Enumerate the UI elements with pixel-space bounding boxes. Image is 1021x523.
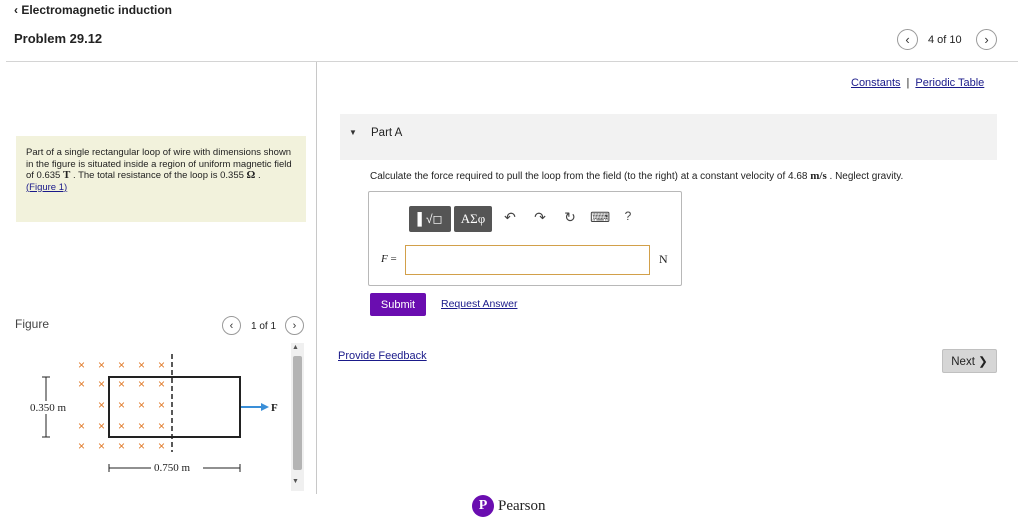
- part-title: Part A: [371, 127, 403, 139]
- answer-unit: N: [659, 252, 668, 266]
- next-button[interactable]: Next ❯: [942, 349, 997, 373]
- answer-variable: F: [381, 253, 388, 265]
- width-label: 0.750 m: [154, 462, 191, 474]
- field-cross: ×: [158, 398, 165, 412]
- figure-next-button[interactable]: ›: [285, 316, 304, 335]
- question-text-1: Calculate the force required to pull the…: [370, 171, 811, 182]
- back-link[interactable]: ‹ Electromagnetic induction: [14, 3, 172, 17]
- height-label: 0.350 m: [30, 402, 67, 414]
- answer-variable-label: F =: [381, 253, 397, 265]
- chevron-right-icon: ›: [292, 319, 297, 332]
- reset-icon[interactable]: ↻: [561, 209, 579, 226]
- field-cross: ×: [138, 358, 145, 372]
- field-cross: ×: [158, 439, 165, 453]
- field-cross: ×: [78, 439, 85, 453]
- velocity-unit: m/s: [810, 170, 827, 182]
- answer-equals: =: [387, 253, 397, 265]
- answer-input[interactable]: [405, 245, 650, 275]
- problem-counter: 4 of 10: [928, 34, 962, 46]
- field-cross: ×: [98, 377, 105, 391]
- figure-scroll-thumb[interactable]: [293, 356, 302, 470]
- link-separator: |: [906, 77, 910, 89]
- chevron-left-icon: ‹: [905, 32, 910, 47]
- question-text-2: . Neglect gravity.: [826, 171, 904, 182]
- scroll-up-icon[interactable]: ▲: [292, 344, 299, 351]
- redo-icon[interactable]: ↷: [531, 209, 549, 226]
- field-cross: ×: [138, 377, 145, 391]
- field-cross: ×: [78, 358, 85, 372]
- part-a-header[interactable]: [340, 114, 997, 160]
- help-icon[interactable]: ?: [619, 209, 637, 223]
- force-label: F⃗: [271, 402, 286, 414]
- field-cross: ×: [138, 419, 145, 433]
- field-cross: ×: [78, 419, 85, 433]
- header-divider: [6, 61, 1018, 62]
- submit-button[interactable]: Submit: [370, 293, 426, 316]
- field-cross: ×: [98, 439, 105, 453]
- pearson-logo: P: [472, 495, 494, 517]
- pearson-brand: Pearson: [498, 498, 546, 514]
- field-cross: ×: [78, 377, 85, 391]
- chevron-right-icon: ›: [984, 32, 989, 47]
- wire-loop: [108, 376, 241, 438]
- keyboard-icon[interactable]: ⌨: [590, 209, 610, 226]
- request-answer-link[interactable]: Request Answer: [441, 298, 517, 310]
- problem-text-3: .: [255, 170, 261, 182]
- figure-heading: Figure: [15, 317, 50, 331]
- force-arrow-head: [261, 403, 269, 411]
- scroll-down-icon[interactable]: ▼: [292, 478, 299, 485]
- previous-problem-button[interactable]: ‹: [897, 29, 918, 50]
- loop-figure: × × × × × × × × × × × × × × × × × × × × × × × × 0.350 m 0.750 m…: [29, 354, 286, 474]
- problem-title: Problem 29.12: [14, 31, 103, 46]
- collapse-caret-icon[interactable]: ▼: [349, 128, 357, 137]
- problem-statement: Part of a single rectangular loop of wir…: [16, 136, 306, 222]
- problem-text-2: . The total resistance of the loop is 0.…: [70, 170, 247, 182]
- field-cross: ×: [118, 439, 125, 453]
- field-cross: ×: [138, 439, 145, 453]
- field-cross: ×: [158, 358, 165, 372]
- field-cross: ×: [98, 358, 105, 372]
- next-problem-button[interactable]: ›: [976, 29, 997, 50]
- field-cross: ×: [98, 419, 105, 433]
- question-text: Calculate the force required to pull the…: [370, 170, 903, 182]
- field-cross: ×: [118, 398, 125, 412]
- periodic-table-link[interactable]: Periodic Table: [915, 77, 984, 89]
- figure-counter: 1 of 1: [251, 321, 277, 332]
- greek-symbols-button[interactable]: ΑΣφ: [454, 206, 492, 232]
- constants-link[interactable]: Constants: [851, 77, 901, 89]
- field-cross: ×: [118, 377, 125, 391]
- templates-button[interactable]: ▌√◻: [409, 206, 451, 232]
- field-cross: ×: [138, 398, 145, 412]
- figure-link[interactable]: (Figure 1): [26, 182, 67, 193]
- field-cross: ×: [158, 377, 165, 391]
- field-cross: ×: [158, 419, 165, 433]
- field-cross: ×: [98, 398, 105, 412]
- field-cross: ×: [118, 358, 125, 372]
- figure-prev-button[interactable]: ‹: [222, 316, 241, 335]
- column-divider: [316, 62, 317, 494]
- magnetic-field-crosses: × × × × × × × × × × × × × × × × × × × × × × × ×: [78, 358, 165, 453]
- field-cross: ×: [118, 419, 125, 433]
- reference-links: Constants | Periodic Table: [851, 77, 984, 89]
- undo-icon[interactable]: ↶: [501, 209, 519, 226]
- provide-feedback-link[interactable]: Provide Feedback: [338, 350, 427, 362]
- chevron-left-icon: ‹: [229, 319, 234, 332]
